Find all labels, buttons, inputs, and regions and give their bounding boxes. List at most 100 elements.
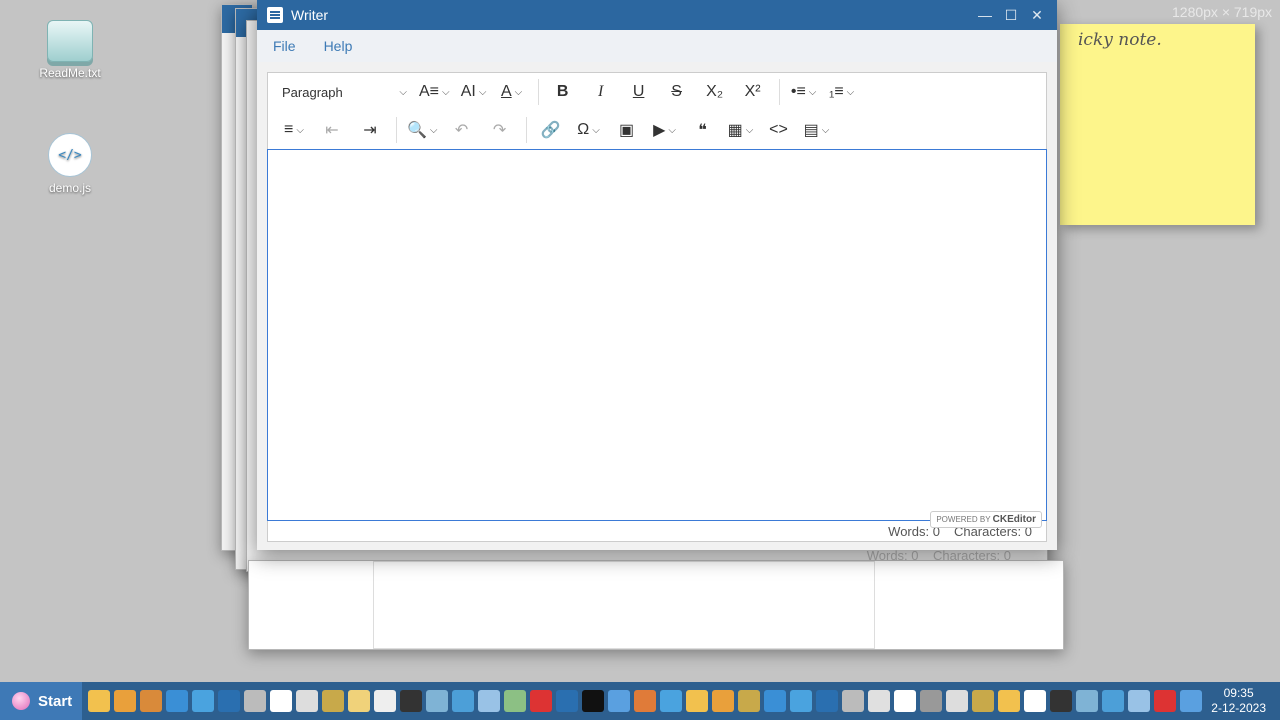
font-color-button[interactable]: A ⌵ bbox=[494, 78, 530, 106]
taskbar-app-icon[interactable] bbox=[556, 690, 578, 712]
taskbar-apps bbox=[88, 690, 1202, 712]
taskbar-app-icon[interactable] bbox=[452, 690, 474, 712]
editor-content-area[interactable]: POWERED BY CKEditor bbox=[267, 149, 1047, 528]
writer-window[interactable]: Writer — ☐ ✕ File Help Paragraph ⌵ A≡ ⌵ AI… bbox=[257, 0, 1057, 550]
system-clock[interactable]: 09:35 2-12-2023 bbox=[1211, 686, 1280, 716]
taskbar-app-icon[interactable] bbox=[790, 690, 812, 712]
taskbar-app-icon[interactable] bbox=[426, 690, 448, 712]
superscript-icon: X² bbox=[744, 83, 761, 100]
taskbar-app-icon[interactable] bbox=[816, 690, 838, 712]
taskbar-app-icon[interactable] bbox=[634, 690, 656, 712]
taskbar-app-icon[interactable] bbox=[166, 690, 188, 712]
bold-icon: B bbox=[556, 83, 569, 100]
taskbar-app-icon[interactable] bbox=[1024, 690, 1046, 712]
taskbar-app-icon[interactable] bbox=[140, 690, 162, 712]
taskbar-app-icon[interactable] bbox=[582, 690, 604, 712]
code-button[interactable]: <> bbox=[761, 116, 797, 144]
link-button[interactable]: 🔗 bbox=[533, 116, 569, 144]
numbered-list-button[interactable]: ₁≡ ⌵ bbox=[824, 78, 860, 106]
taskbar-app-icon[interactable] bbox=[946, 690, 968, 712]
powered-by-badge[interactable]: POWERED BY CKEditor bbox=[930, 511, 1042, 528]
taskbar-app-icon[interactable] bbox=[1128, 690, 1150, 712]
taskbar-app-icon[interactable] bbox=[530, 690, 552, 712]
font-family-icon: AI bbox=[460, 83, 476, 100]
desktop-icon-readme[interactable]: ReadMe.txt bbox=[30, 20, 110, 80]
desktop-icon-demo-js[interactable]: </> demo.js bbox=[30, 133, 110, 195]
taskbar-app-icon[interactable] bbox=[348, 690, 370, 712]
taskbar-app-icon[interactable] bbox=[1102, 690, 1124, 712]
start-orb-icon bbox=[12, 692, 30, 710]
align-left-icon: ≡ bbox=[284, 121, 294, 138]
bulleted-list-button[interactable]: •≡ ⌵ bbox=[786, 78, 822, 106]
block-quote-button[interactable]: ❝ bbox=[685, 116, 721, 144]
font-color-icon: A bbox=[500, 83, 512, 100]
taskbar-app-icon[interactable] bbox=[88, 690, 110, 712]
taskbar-app-icon[interactable] bbox=[894, 690, 916, 712]
taskbar-app-icon[interactable] bbox=[738, 690, 760, 712]
menu-bar: File Help bbox=[257, 30, 1057, 62]
superscript-button[interactable]: X² bbox=[735, 78, 771, 106]
start-button[interactable]: Start bbox=[0, 682, 82, 720]
taskbar-app-icon[interactable] bbox=[114, 690, 136, 712]
media-icon: ▶ bbox=[653, 122, 666, 139]
taskbar-app-icon[interactable] bbox=[244, 690, 266, 712]
taskbar-app-icon[interactable] bbox=[868, 690, 890, 712]
taskbar-app-icon[interactable] bbox=[504, 690, 526, 712]
font-size-button[interactable]: A≡ ⌵ bbox=[415, 78, 454, 106]
title-bar[interactable]: Writer — ☐ ✕ bbox=[257, 0, 1057, 30]
taskbar-app-icon[interactable] bbox=[1050, 690, 1072, 712]
indent-button[interactable]: ⇥ bbox=[352, 116, 388, 144]
taskbar-app-icon[interactable] bbox=[608, 690, 630, 712]
taskbar-app-icon[interactable] bbox=[322, 690, 344, 712]
insert-table-button[interactable]: ▦ ⌵ bbox=[723, 116, 759, 144]
taskbar-app-icon[interactable] bbox=[998, 690, 1020, 712]
taskbar-app-icon[interactable] bbox=[660, 690, 682, 712]
strikethrough-button[interactable]: S bbox=[659, 78, 695, 106]
font-size-icon: A≡ bbox=[419, 83, 440, 100]
taskbar-app-icon[interactable] bbox=[842, 690, 864, 712]
find-replace-button[interactable]: 🔍 ⌵ bbox=[403, 116, 442, 144]
taskbar-app-icon[interactable] bbox=[374, 690, 396, 712]
taskbar-app-icon[interactable] bbox=[1154, 690, 1176, 712]
redo-button[interactable]: ↷ bbox=[482, 116, 518, 144]
alignment-button[interactable]: ≡ ⌵ bbox=[276, 116, 312, 144]
underline-button[interactable]: U bbox=[621, 78, 657, 106]
special-characters-button[interactable]: Ω ⌵ bbox=[571, 116, 607, 144]
taskbar-app-icon[interactable] bbox=[478, 690, 500, 712]
table-icon: ▦ bbox=[727, 122, 743, 139]
bold-button[interactable]: B bbox=[545, 78, 581, 106]
taskbar-app-icon[interactable] bbox=[218, 690, 240, 712]
taskbar-app-icon[interactable] bbox=[270, 690, 292, 712]
undo-button[interactable]: ↶ bbox=[444, 116, 480, 144]
background-window-lower[interactable] bbox=[248, 560, 1064, 650]
font-family-button[interactable]: AI ⌵ bbox=[456, 78, 492, 106]
taskbar-app-icon[interactable] bbox=[686, 690, 708, 712]
menu-file[interactable]: File bbox=[273, 38, 296, 54]
code-file-icon: </> bbox=[48, 133, 92, 177]
insert-media-button[interactable]: ▶ ⌵ bbox=[647, 116, 683, 144]
sticky-note[interactable]: icky note. bbox=[1060, 24, 1255, 225]
menu-help[interactable]: Help bbox=[324, 38, 353, 54]
italic-button[interactable]: I bbox=[583, 78, 619, 106]
taskbar-app-icon[interactable] bbox=[400, 690, 422, 712]
taskbar-app-icon[interactable] bbox=[192, 690, 214, 712]
desktop-icon-label: demo.js bbox=[48, 181, 92, 195]
paragraph-format-dropdown[interactable]: Paragraph ⌵ bbox=[276, 78, 413, 106]
maximize-icon[interactable]: ☐ bbox=[1003, 7, 1019, 23]
taskbar-app-icon[interactable] bbox=[920, 690, 942, 712]
subscript-icon: X₂ bbox=[706, 83, 724, 100]
taskbar: Start 09:35 2-12-2023 bbox=[0, 682, 1280, 720]
minimize-icon[interactable]: — bbox=[977, 7, 993, 23]
close-icon[interactable]: ✕ bbox=[1029, 7, 1045, 23]
subscript-button[interactable]: X₂ bbox=[697, 78, 733, 106]
taskbar-app-icon[interactable] bbox=[764, 690, 786, 712]
taskbar-app-icon[interactable] bbox=[712, 690, 734, 712]
outdent-button[interactable]: ⇤ bbox=[314, 116, 350, 144]
source-editing-button[interactable]: ▤ ⌵ bbox=[799, 116, 835, 144]
taskbar-app-icon[interactable] bbox=[1076, 690, 1098, 712]
taskbar-app-icon[interactable] bbox=[1180, 690, 1202, 712]
taskbar-app-icon[interactable] bbox=[296, 690, 318, 712]
strikethrough-icon: S bbox=[671, 83, 682, 100]
insert-image-button[interactable]: ▣ bbox=[609, 116, 645, 144]
taskbar-app-icon[interactable] bbox=[972, 690, 994, 712]
